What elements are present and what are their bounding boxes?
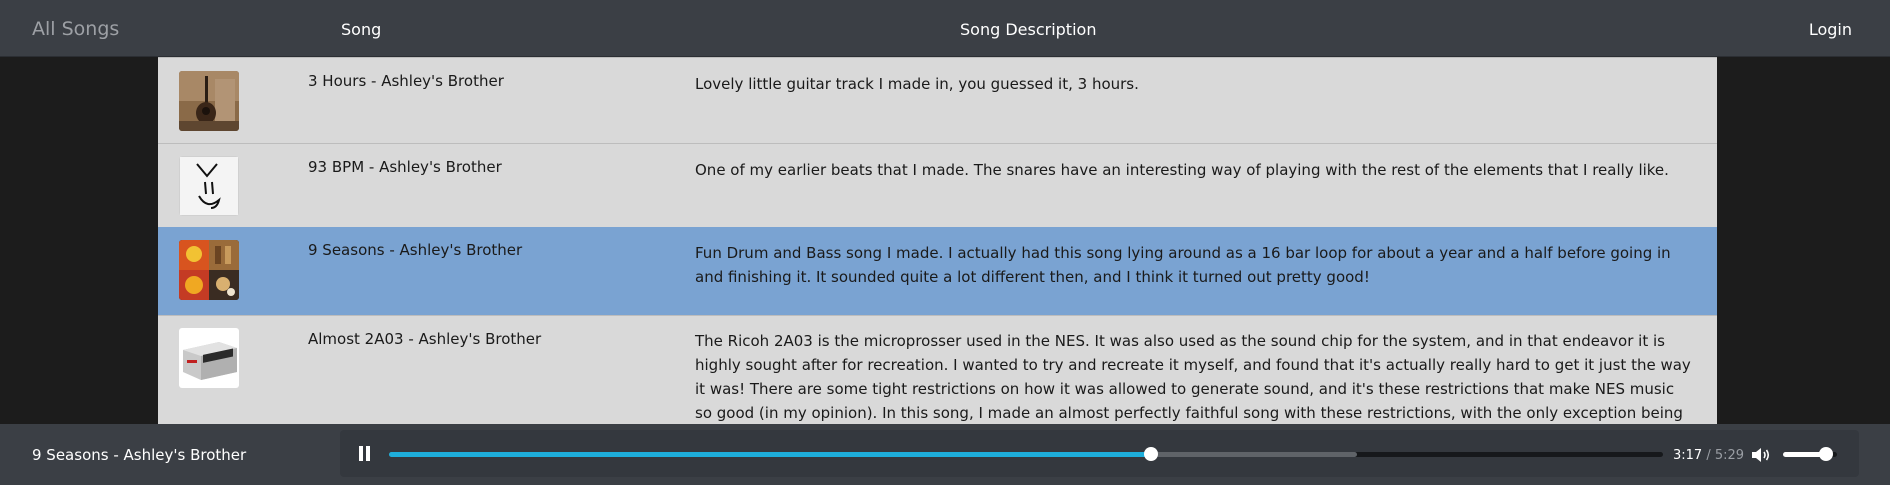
volume-icon[interactable] bbox=[1751, 446, 1771, 464]
description-column-header: Song Description bbox=[960, 20, 1097, 39]
nes-console-icon bbox=[179, 328, 239, 388]
seasons-collage-icon bbox=[179, 240, 239, 300]
song-thumbnail bbox=[179, 328, 239, 388]
doodle-face-icon bbox=[179, 156, 239, 216]
song-title: 93 BPM - Ashley's Brother bbox=[308, 158, 502, 176]
login-link[interactable]: Login bbox=[1809, 19, 1852, 41]
song-title: Almost 2A03 - Ashley's Brother bbox=[308, 330, 542, 348]
song-description: One of my earlier beats that I made. The… bbox=[695, 161, 1669, 179]
song-thumbnail bbox=[179, 71, 239, 131]
audio-player-bar: 9 Seasons - Ashley's Brother 3:17 / 5:29 bbox=[0, 424, 1890, 485]
song-title: 3 Hours - Ashley's Brother bbox=[308, 72, 504, 90]
volume-slider[interactable] bbox=[1783, 447, 1837, 461]
song-description: Fun Drum and Bass song I made. I actuall… bbox=[695, 244, 1671, 286]
current-time: 3:17 bbox=[1673, 448, 1703, 463]
progress-handle[interactable] bbox=[1143, 447, 1158, 461]
volume-handle[interactable] bbox=[1819, 447, 1834, 461]
song-thumbnail bbox=[179, 156, 239, 216]
time-display: 3:17 / 5:29 bbox=[1673, 447, 1744, 465]
time-separator: / bbox=[1702, 448, 1715, 463]
brand-all-songs[interactable]: All Songs bbox=[32, 17, 119, 41]
guitar-photo-icon bbox=[179, 71, 239, 131]
song-row[interactable]: Almost 2A03 - Ashley's Brother The Ricoh… bbox=[158, 315, 1717, 424]
song-row-active[interactable]: 9 Seasons - Ashley's Brother Fun Drum an… bbox=[158, 227, 1717, 315]
top-navbar: All Songs Song Song Description Login bbox=[0, 0, 1890, 57]
song-list: 3 Hours - Ashley's Brother Lovely little… bbox=[158, 57, 1717, 424]
song-column-header: Song bbox=[341, 20, 382, 39]
progress-bar[interactable] bbox=[389, 447, 1663, 461]
song-title: 9 Seasons - Ashley's Brother bbox=[308, 241, 523, 259]
song-row[interactable]: 3 Hours - Ashley's Brother Lovely little… bbox=[158, 57, 1717, 143]
duration: 5:29 bbox=[1714, 448, 1745, 463]
now-playing-title: 9 Seasons - Ashley's Brother bbox=[32, 446, 247, 464]
song-description: Lovely little guitar track I made in, yo… bbox=[695, 75, 1139, 93]
audio-controls: 3:17 / 5:29 bbox=[340, 430, 1859, 477]
progress-played bbox=[389, 452, 1151, 457]
song-description: The Ricoh 2A03 is the microprosser used … bbox=[695, 332, 1691, 422]
pause-button[interactable] bbox=[357, 446, 371, 462]
song-thumbnail bbox=[179, 240, 239, 300]
song-row[interactable]: 93 BPM - Ashley's Brother One of my earl… bbox=[158, 143, 1717, 227]
